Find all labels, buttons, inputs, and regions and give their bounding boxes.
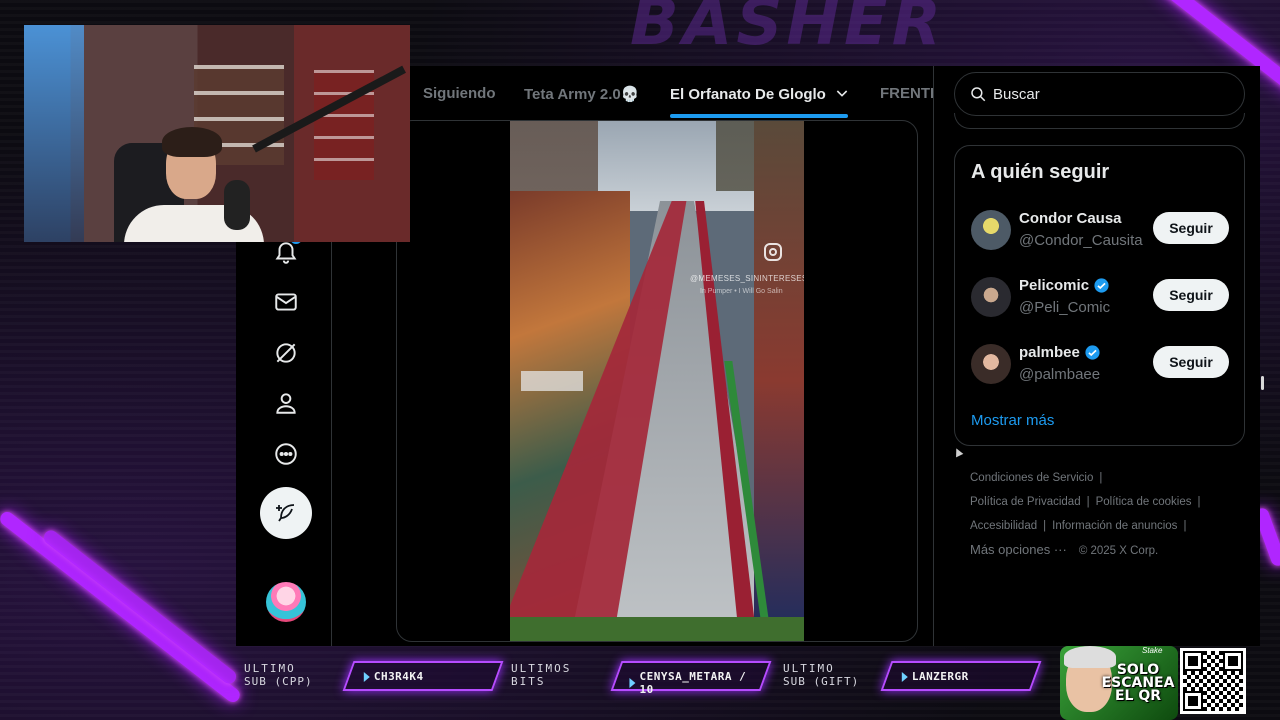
search-input[interactable] — [991, 84, 1215, 104]
promo-brand: Stake — [1142, 646, 1163, 655]
tab-orfanato[interactable]: El Orfanato De Gloglo — [670, 85, 850, 103]
profile-button[interactable] — [268, 385, 304, 421]
follow-button[interactable]: Seguir — [1153, 212, 1229, 244]
follow-suggestion[interactable]: Condor Causa @Condor_Causita Seguir — [955, 202, 1246, 268]
blurred-region — [521, 371, 583, 391]
who-to-follow-title: A quién seguir — [971, 161, 1110, 183]
more-options-link[interactable]: Más opciones ··· — [970, 542, 1067, 557]
follow-suggestion[interactable]: Pelicomic @Peli_Comic Seguir — [955, 269, 1246, 335]
last-bits-box: CENYSA_METARA / 10 — [610, 661, 772, 696]
last-bits-name: CENYSA_METARA / 10 — [629, 670, 761, 696]
more-circle-icon — [275, 443, 297, 465]
promo-card: Stake SOLO ESCANEA EL QR — [1060, 646, 1178, 720]
grok-button[interactable] — [268, 335, 304, 371]
card-edge — [954, 113, 1245, 129]
account-name-text: Pelicomic — [1019, 277, 1090, 294]
last-bits-label-line: BITS — [511, 675, 546, 688]
streamer-hair — [162, 127, 222, 157]
instagram-icon — [764, 243, 782, 261]
video-caption: In Pumper • I Will Go Salin — [700, 288, 783, 295]
account-name: Pelicomic — [1019, 277, 1110, 294]
promo-text: SOLO ESCANEA EL QR — [1101, 662, 1175, 704]
play-arrow-icon — [629, 678, 636, 688]
copyright: © 2025 X Corp. — [1078, 545, 1159, 557]
last-sub-name: CH3R4K4 — [363, 670, 424, 683]
show-more-link[interactable]: Mostrar más — [971, 412, 1054, 429]
last-gift-name: LANZERGR — [901, 670, 969, 683]
column-divider — [933, 66, 934, 646]
post-button[interactable] — [260, 487, 312, 539]
account-handle: @palmbaee — [1019, 366, 1101, 383]
footer-link[interactable]: Información de anuncios — [1052, 520, 1177, 532]
brand-watermark: BASHER — [630, 0, 945, 60]
post-media[interactable]: @MEMESES_SININTERESES In Pumper • I Will… — [396, 120, 918, 642]
last-gift-label-line: SUB (GIFT) — [783, 675, 860, 688]
video-player[interactable]: @MEMESES_SININTERESES In Pumper • I Will… — [510, 121, 804, 641]
follow-button[interactable]: Seguir — [1153, 346, 1229, 378]
footer-link[interactable]: Política de Privacidad — [970, 496, 1081, 508]
envelope-icon — [275, 293, 297, 311]
last-gift-label-line: ULTIMO — [783, 662, 835, 675]
more-button[interactable] — [268, 436, 304, 472]
webcam-light — [24, 25, 84, 242]
account-name-text: palmbee — [1019, 344, 1080, 361]
tab-teta-army[interactable]: Teta Army 2.0💀 — [524, 85, 639, 103]
person-icon — [276, 393, 296, 414]
last-bits-name-text: CENYSA_METARA / 10 — [639, 670, 747, 696]
last-sub-label: ULTIMO SUB (CPP) — [244, 662, 313, 688]
timeline-tabs: Siguiendo Teta Army 2.0💀 El Orfanato De … — [410, 66, 933, 118]
tab-frente[interactable]: FRENTE — [880, 85, 933, 102]
video-frame — [510, 617, 804, 641]
last-gift-name-text: LANZERGR — [911, 670, 969, 683]
follow-suggestion[interactable]: palmbee @palmbaee Seguir — [955, 336, 1246, 402]
microphone — [224, 180, 250, 230]
search-box[interactable] — [954, 72, 1245, 116]
last-sub-label-line: ULTIMO — [244, 662, 296, 675]
verified-badge-icon — [1085, 345, 1100, 360]
last-gift-label: ULTIMO SUB (GIFT) — [783, 662, 859, 688]
feather-plus-icon — [276, 504, 295, 522]
account-name: Condor Causa — [1019, 210, 1122, 227]
scrollbar-thumb[interactable] — [1261, 376, 1264, 390]
verified-badge-icon — [1094, 278, 1109, 293]
footer-link[interactable]: Política de cookies — [1096, 496, 1192, 508]
last-gift-box: LANZERGR — [880, 661, 1042, 691]
qr-finder — [1223, 651, 1243, 671]
account-handle: @Peli_Comic — [1019, 299, 1111, 316]
active-tab-indicator — [670, 114, 848, 118]
search-icon — [971, 87, 986, 102]
play-arrow-icon — [363, 671, 370, 682]
avatar — [971, 210, 1011, 250]
chevron-down-icon — [836, 90, 848, 97]
webcam-feed — [24, 25, 410, 242]
footer-links: Condiciones de Servicio | Política de Pri… — [970, 472, 1201, 557]
grok-slash-icon — [276, 343, 296, 363]
tab-siguiendo[interactable]: Siguiendo — [423, 85, 496, 102]
messages-button[interactable] — [268, 284, 304, 320]
avatar — [971, 344, 1011, 384]
video-watermark: @MEMESES_SININTERESES — [690, 274, 804, 283]
account-handle: @Condor_Causita — [1019, 232, 1143, 249]
video-frame — [754, 121, 804, 641]
qr-finder — [1183, 651, 1203, 671]
qr-code — [1180, 648, 1246, 714]
footer-link[interactable]: Accesibilidad — [970, 520, 1037, 532]
who-to-follow-card: A quién seguir Condor Causa @Condor_Caus… — [954, 145, 1245, 446]
follow-button[interactable]: Seguir — [1153, 279, 1229, 311]
account-avatar[interactable] — [266, 582, 306, 622]
last-bits-label: ULTIMOS BITS — [511, 662, 571, 688]
account-name-text: Condor Causa — [1019, 210, 1122, 227]
avatar — [971, 277, 1011, 317]
account-name: palmbee — [1019, 344, 1101, 361]
tab-orfanato-label: El Orfanato De Gloglo — [670, 86, 826, 103]
last-sub-label-line: SUB (CPP) — [244, 675, 313, 688]
footer-link[interactable]: Condiciones de Servicio — [970, 472, 1093, 484]
last-bits-label-line: ULTIMOS — [511, 662, 572, 675]
qr-finder — [1183, 691, 1203, 711]
last-sub-name-text: CH3R4K4 — [373, 670, 424, 683]
last-sub-box: CH3R4K4 — [342, 661, 504, 691]
play-arrow-icon — [901, 671, 908, 682]
